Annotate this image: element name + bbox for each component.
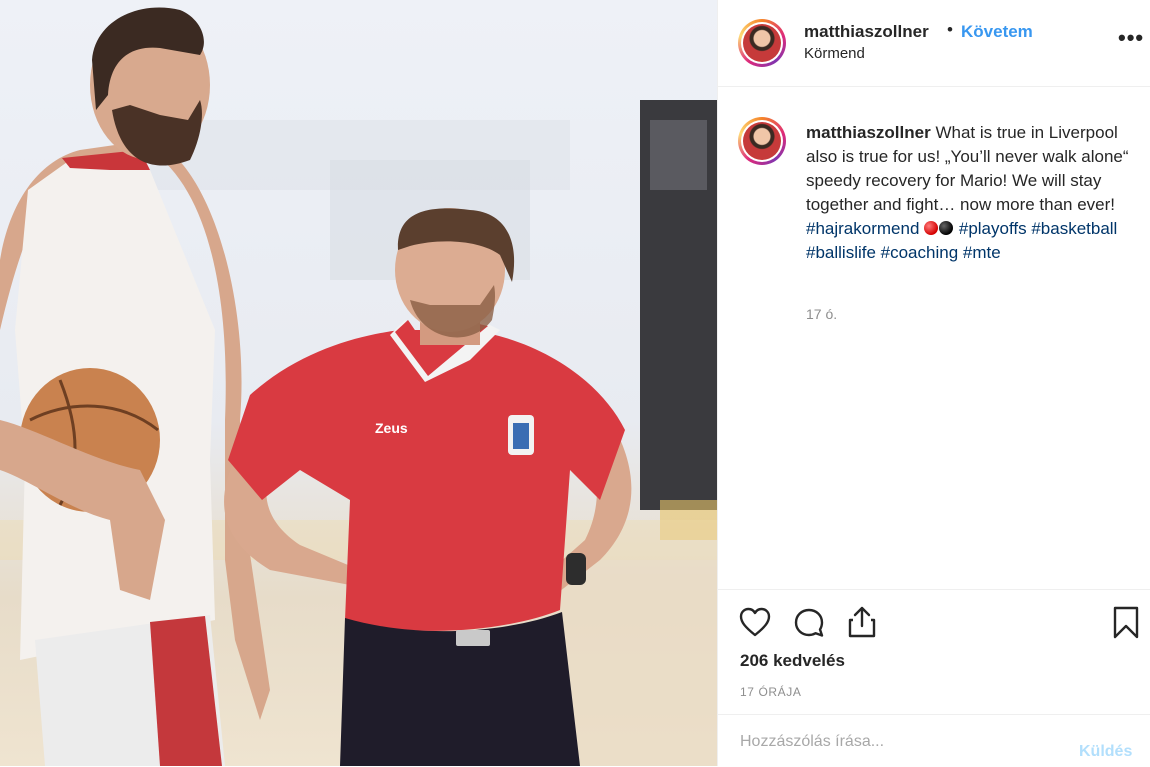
author-username[interactable]: matthiaszollner xyxy=(804,22,929,42)
action-bar xyxy=(718,589,1150,650)
caption-avatar[interactable] xyxy=(738,117,786,165)
post-side-panel: matthiaszollner • Követem Körmend ••• ma… xyxy=(717,0,1150,766)
heart-icon[interactable] xyxy=(739,607,771,637)
caption-timestamp: 17 ó. xyxy=(806,306,838,322)
red-circle-emoji xyxy=(924,221,939,235)
post-header: matthiaszollner • Követem Körmend ••• xyxy=(718,0,1150,87)
author-avatar[interactable] xyxy=(738,19,786,67)
following-button[interactable]: Követem xyxy=(961,22,1033,42)
more-options-icon[interactable]: ••• xyxy=(1118,27,1144,49)
avatar-border xyxy=(741,120,783,162)
comment-icon[interactable] xyxy=(793,607,825,639)
separator-dot: • xyxy=(947,20,953,39)
post-time-ago: 17 ÓRÁJA xyxy=(740,685,802,699)
photo-illustration: Zeus xyxy=(0,7,717,766)
comment-bar: Küldés xyxy=(718,714,1150,767)
bookmark-icon[interactable] xyxy=(1112,606,1140,640)
black-circle-emoji xyxy=(939,221,954,235)
avatar-border xyxy=(741,22,783,64)
shirt-brand-text: Zeus xyxy=(375,420,408,436)
comment-input[interactable] xyxy=(738,729,1062,755)
avatar-image xyxy=(743,122,781,160)
location-link[interactable]: Körmend xyxy=(804,45,865,62)
hashtag-link[interactable]: #hajrakormend xyxy=(806,219,919,238)
post-caption: matthiaszollner What is true in Liverpoo… xyxy=(806,121,1136,265)
caption-username[interactable]: matthiaszollner xyxy=(806,123,931,142)
share-icon[interactable] xyxy=(846,605,878,639)
send-comment-button[interactable]: Küldés xyxy=(1079,743,1132,761)
avatar-image xyxy=(743,24,781,62)
post-photo[interactable]: Zeus xyxy=(0,0,717,766)
likes-count[interactable]: 206 kedvelés xyxy=(740,651,845,671)
